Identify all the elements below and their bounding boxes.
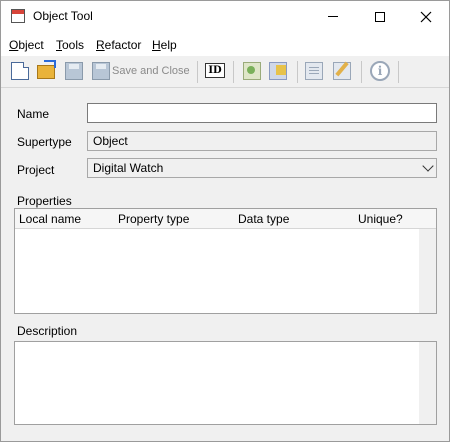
project-label: Project <box>17 163 55 177</box>
edit-icon[interactable] <box>333 62 351 80</box>
toolbar-separator <box>361 61 362 83</box>
menu-help[interactable]: Help <box>152 38 177 52</box>
maximize-icon <box>375 11 385 22</box>
project-select[interactable]: Digital Watch <box>87 158 437 178</box>
name-field[interactable] <box>87 103 437 123</box>
description-scrollbar[interactable] <box>419 342 436 424</box>
supertype-value: Object <box>93 134 128 148</box>
menu-refactor[interactable]: Refactor <box>96 38 141 52</box>
toolbar-separator <box>297 61 298 83</box>
properties-table[interactable]: Local name Property type Data type Uniqu… <box>14 208 437 314</box>
graph-alt-icon[interactable] <box>269 62 287 80</box>
supertype-field: Object <box>87 131 437 151</box>
id-icon[interactable]: ID <box>205 63 225 78</box>
form-body: Name Supertype Object Project Digital Wa… <box>1 89 449 441</box>
project-value: Digital Watch <box>93 161 164 175</box>
save-close-icon[interactable] <box>92 62 110 80</box>
supertype-label: Supertype <box>17 135 72 149</box>
menu-object[interactable]: Object <box>9 38 44 52</box>
open-icon[interactable] <box>37 60 56 79</box>
graph-icon[interactable] <box>243 62 261 80</box>
save-and-close-button[interactable]: Save and Close <box>112 65 190 77</box>
properties-table-header: Local name Property type Data type Uniqu… <box>15 209 436 229</box>
column-local-name[interactable]: Local name <box>19 212 81 226</box>
name-label: Name <box>17 107 50 121</box>
document-icon[interactable] <box>305 62 323 80</box>
column-data-type[interactable]: Data type <box>238 212 289 226</box>
close-button[interactable] <box>403 1 449 32</box>
object-tool-window: Object Tool Object Tools Refactor Help S… <box>0 0 450 442</box>
minimize-icon <box>328 16 338 17</box>
toolbar-separator <box>398 61 399 83</box>
title-bar: Object Tool <box>1 1 449 32</box>
menu-bar: Object Tools Refactor Help <box>1 32 449 56</box>
column-unique[interactable]: Unique? <box>358 212 403 226</box>
description-label: Description <box>17 324 78 338</box>
description-field[interactable] <box>14 341 437 425</box>
properties-label: Properties <box>17 194 72 208</box>
toolbar-separator <box>197 61 198 83</box>
minimize-button[interactable] <box>310 1 356 32</box>
new-icon[interactable] <box>11 62 29 80</box>
column-property-type[interactable]: Property type <box>118 212 189 226</box>
window-title: Object Tool <box>33 9 93 23</box>
close-icon <box>420 11 432 22</box>
toolbar: Save and Close ID i <box>1 56 449 88</box>
properties-scrollbar[interactable] <box>419 229 436 313</box>
info-icon[interactable]: i <box>370 61 390 81</box>
app-window-icon <box>11 9 25 23</box>
toolbar-separator <box>233 61 234 83</box>
menu-tools[interactable]: Tools <box>56 38 84 52</box>
chevron-down-icon <box>422 160 434 172</box>
save-icon[interactable] <box>65 62 83 80</box>
maximize-button[interactable] <box>357 1 403 32</box>
